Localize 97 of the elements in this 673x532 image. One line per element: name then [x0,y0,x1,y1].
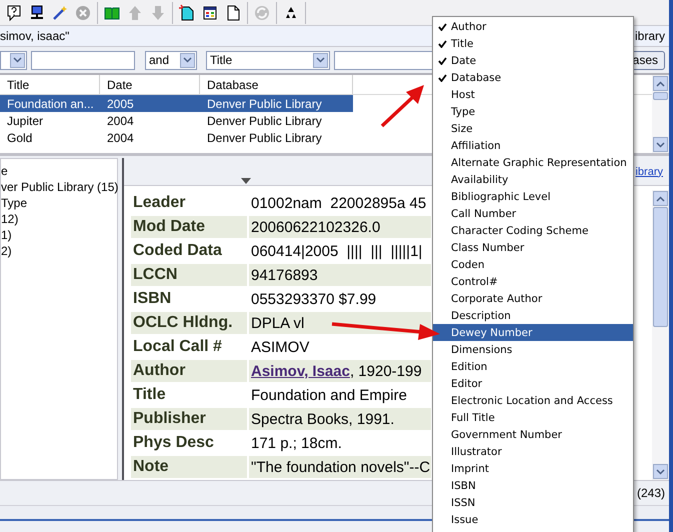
scrollbar[interactable] [652,190,669,480]
scrollbar[interactable] [652,75,669,153]
menu-item[interactable]: Description [433,307,633,324]
field-value: "The foundation novels"--C [249,456,431,478]
field-label: Mod Date [131,216,247,238]
menu-item[interactable]: Host [433,86,633,103]
field-value: ASIMOV [250,338,310,358]
menu-item[interactable]: Electronic Location and Access [433,392,633,409]
field-label: Note [131,456,247,478]
chevron-up-icon [656,196,665,202]
field-label: Phys Desc [132,433,215,453]
scroll-up-button[interactable] [653,191,668,206]
menu-item[interactable]: Corporate Author [433,290,633,307]
menu-item[interactable]: Type [433,103,633,120]
menu-item[interactable]: Issue [433,511,633,528]
menu-item[interactable]: Imprint [433,460,633,477]
search-input[interactable] [31,50,135,70]
facet-item[interactable]: e [1,163,117,179]
menu-item[interactable]: Alternate Graphic Representation [433,154,633,171]
search-input[interactable] [334,50,434,70]
facet-item[interactable]: ver Public Library (15) [1,179,117,195]
field-value: 0553293370 $7.99 [250,290,378,310]
field-dropdown[interactable]: Title [206,50,330,70]
field-label: Publisher [131,408,247,430]
field-value: Foundation and Empire [250,386,408,406]
column-header[interactable]: Date [100,75,200,94]
field-value: 060414|2005 |||| ||| |||||1| [250,242,424,262]
table-cell-text: 2004 [106,112,135,129]
table-cell-text: Foundation an... [6,96,95,112]
column-header[interactable]: Database [200,75,353,94]
menu-item[interactable]: Control# [433,273,633,290]
field-value: 01002nam 22002895a 45 [250,194,428,214]
table-cell-text: 2004 [106,130,135,146]
scroll-down-button[interactable] [653,137,668,152]
menu-item[interactable]: Affiliation [433,137,633,154]
field-label: Coded Data [132,241,223,261]
record-count: (243) [636,486,665,500]
facet-item[interactable]: 2) [1,243,117,259]
menu-item[interactable]: Coden [433,256,633,273]
field-value: 94176893 [249,264,431,286]
facet-item[interactable]: 1) [1,227,117,243]
operator-dropdown[interactable]: and [145,50,197,70]
collapse-triangle-icon[interactable] [241,178,251,184]
scroll-up-button[interactable] [653,76,668,91]
chevron-down-icon [656,468,665,474]
table-cell-text: Denver Public Library [206,96,323,112]
field-dropdown[interactable] [0,50,27,70]
field-label: Local Call # [132,337,223,357]
menu-item[interactable]: ISSN [433,494,633,511]
table-cell-text: 2005 [106,96,135,112]
menu-item[interactable]: Class Number [433,239,633,256]
library-link[interactable]: ibrary [635,166,663,178]
field-value: Spectra Books, 1991. [249,408,431,430]
table-cell-text: Denver Public Library [206,112,323,129]
menu-item[interactable]: Dimensions [433,341,633,358]
field-label: Author [131,360,247,382]
field-label: ISBN [132,289,172,309]
scope-text: ibrary [634,29,665,43]
field-value: 171 p.; 18cm. [250,434,343,454]
menu-item[interactable]: Edition [433,358,633,375]
menu-item[interactable]: Call Number [433,205,633,222]
scrollbar-thumb[interactable] [653,92,668,100]
field-label: Leader [132,193,186,213]
menu-item[interactable]: Availability [433,171,633,188]
menu-item[interactable]: Size [433,120,633,137]
facet-item[interactable]: 12) [1,211,117,227]
result-row[interactable]: Jupiter 2004 Denver Public Library [0,112,353,129]
field-label: LCCN [131,264,247,286]
menu-item[interactable]: Editor [433,375,633,392]
author-link[interactable]: Asimov, Isaac [251,362,350,380]
menu-item[interactable]: ISBN [433,477,633,494]
menu-item[interactable]: Government Number [433,426,633,443]
field-label: Title [132,385,167,405]
facet-item[interactable]: Type [1,195,117,211]
menu-item[interactable]: Full Title [433,409,633,426]
query-text: simov, isaac" [0,29,70,43]
menu-item[interactable]: Dewey Number [433,324,633,341]
result-row[interactable]: Gold 2004 Denver Public Library [0,129,353,146]
column-header[interactable]: Title [0,75,100,94]
menu-item[interactable]: Illustrator [433,443,633,460]
field-value: Asimov, Isaac, 1920-199 [249,360,431,382]
menu-item[interactable]: Title [433,35,633,52]
table-cell-text: Denver Public Library [206,130,323,146]
menu-item[interactable]: Bibliographic Level [433,188,633,205]
menu-item[interactable]: Author [433,18,633,35]
field-value: 20060622102326.0 [249,216,431,238]
menu-item[interactable]: Database [433,69,633,86]
table-cell-text: Gold [6,130,34,146]
chevron-up-icon [656,80,665,86]
result-row[interactable]: Foundation an... 2005 Denver Public Library [0,95,353,112]
field-value: DPLA vl [249,312,431,334]
field-label: OCLC Hldng. [131,312,247,334]
scrollbar-thumb[interactable] [653,207,668,327]
menu-item[interactable]: Character Coding Scheme [433,222,633,239]
scroll-down-button[interactable] [653,464,668,479]
table-cell-text: Jupiter [6,112,44,129]
chevron-down-icon [656,142,665,148]
